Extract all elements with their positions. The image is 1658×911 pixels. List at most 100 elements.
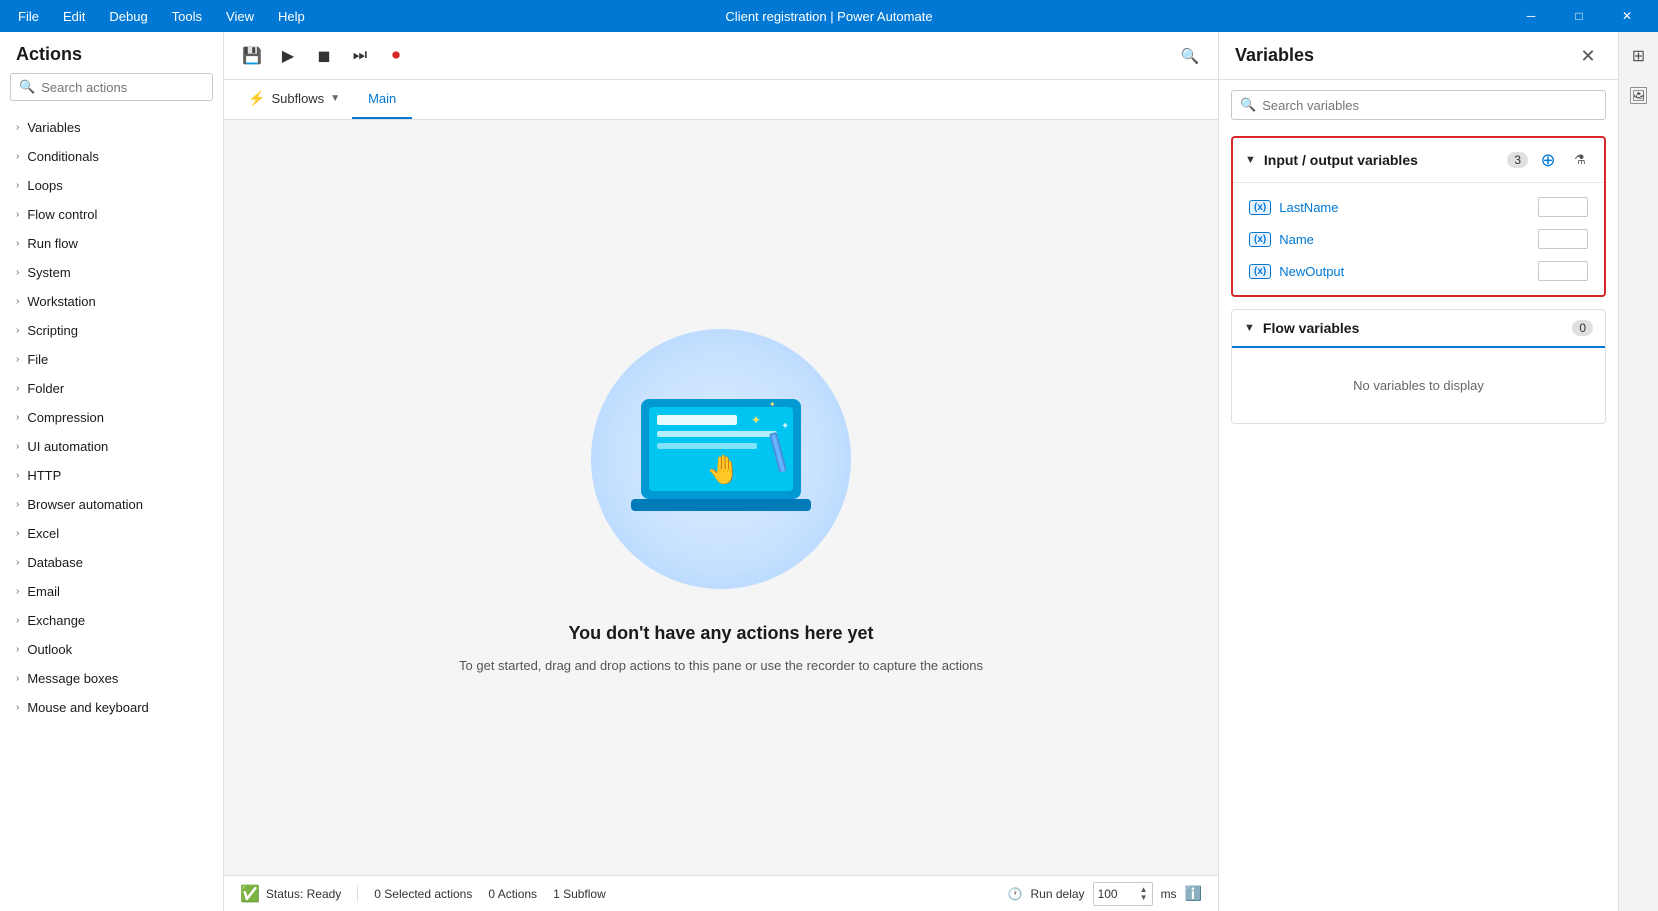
action-item[interactable]: ›Excel	[0, 519, 223, 548]
menu-item-help[interactable]: Help	[268, 5, 315, 28]
toolbar-search-icon: 🔍	[1181, 47, 1200, 65]
tab-main[interactable]: Main	[352, 80, 412, 119]
run-delay-box: 🕐 Run delay 100 ▲ ▼ ms ℹ️	[1008, 882, 1202, 906]
action-item[interactable]: ›Flow control	[0, 200, 223, 229]
action-item-label: Compression	[27, 410, 104, 425]
canvas: 🤚 ✦ ✦ ✦ You don't have any actions here …	[224, 120, 1218, 875]
run-delay-input[interactable]: 100 ▲ ▼	[1093, 882, 1153, 906]
action-item-label: Conditionals	[27, 149, 99, 164]
step-button[interactable]: ⏭	[344, 40, 376, 72]
stop-button[interactable]: ◼	[308, 40, 340, 72]
action-item[interactable]: ›Browser automation	[0, 490, 223, 519]
action-item-label: Mouse and keyboard	[27, 700, 148, 715]
variable-item[interactable]: (x) Name	[1245, 223, 1592, 255]
menu-item-edit[interactable]: Edit	[53, 5, 95, 28]
play-button[interactable]: ▶	[272, 40, 304, 72]
maximize-button[interactable]: □	[1556, 0, 1602, 32]
canvas-empty-subtitle: To get started, drag and drop actions to…	[459, 656, 983, 677]
variables-search-box[interactable]: 🔍	[1231, 90, 1606, 120]
app-title: Client registration | Power Automate	[725, 9, 932, 24]
variable-name: NewOutput	[1279, 264, 1530, 279]
delay-decrease-button[interactable]: ▼	[1140, 894, 1148, 902]
action-item[interactable]: ›File	[0, 345, 223, 374]
tab-subflows[interactable]: ⚡ Subflows ▼	[236, 80, 352, 119]
action-item[interactable]: ›Message boxes	[0, 664, 223, 693]
subflows-chevron-icon: ▼	[330, 93, 340, 104]
flow-section-header[interactable]: ▼ Flow variables 0	[1232, 310, 1605, 348]
info-icon[interactable]: ℹ️	[1185, 885, 1202, 902]
variable-value-box	[1538, 229, 1588, 249]
variable-item[interactable]: (x) LastName	[1245, 191, 1592, 223]
action-item[interactable]: ›HTTP	[0, 461, 223, 490]
action-item[interactable]: ›Loops	[0, 171, 223, 200]
action-item-label: Browser automation	[27, 497, 143, 512]
close-icon: ✕	[1580, 47, 1595, 65]
io-filter-button[interactable]: ⚗	[1568, 148, 1592, 172]
variables-search-input[interactable]	[1262, 98, 1597, 113]
action-item[interactable]: ›Outlook	[0, 635, 223, 664]
record-icon: ⏺	[392, 47, 400, 65]
menu-item-debug[interactable]: Debug	[99, 5, 157, 28]
variables-close-button[interactable]: ✕	[1574, 42, 1602, 70]
action-item[interactable]: ›Email	[0, 577, 223, 606]
menu-item-view[interactable]: View	[216, 5, 264, 28]
action-item[interactable]: ›Folder	[0, 374, 223, 403]
action-chevron-icon: ›	[16, 470, 19, 481]
action-chevron-icon: ›	[16, 586, 19, 597]
window-controls[interactable]: ─ □ ✕	[1508, 0, 1650, 32]
toolbar-search-button[interactable]: 🔍	[1174, 40, 1206, 72]
image-button[interactable]: 🖼	[1623, 80, 1655, 112]
action-item[interactable]: ›Compression	[0, 403, 223, 432]
stop-icon: ◼	[317, 46, 330, 66]
record-button[interactable]: ⏺	[380, 40, 412, 72]
layers-button[interactable]: ⊞	[1623, 40, 1655, 72]
search-input[interactable]	[41, 80, 204, 95]
action-item-label: Excel	[27, 526, 59, 541]
io-section-header[interactable]: ▼ Input / output variables 3 ⊕ ⚗	[1233, 138, 1604, 183]
variable-icon: (x)	[1249, 264, 1271, 279]
search-icon: 🔍	[19, 79, 35, 95]
delay-spinners[interactable]: ▲ ▼	[1140, 886, 1148, 902]
flow-section-body: No variables to display	[1232, 348, 1605, 423]
minimize-button[interactable]: ─	[1508, 0, 1554, 32]
variable-name: LastName	[1279, 200, 1530, 215]
action-item[interactable]: ›UI automation	[0, 432, 223, 461]
action-item-label: Variables	[27, 120, 80, 135]
action-chevron-icon: ›	[16, 267, 19, 278]
io-add-variable-button[interactable]: ⊕	[1536, 148, 1560, 172]
svg-text:✦: ✦	[751, 413, 761, 427]
action-item[interactable]: ›Exchange	[0, 606, 223, 635]
save-button[interactable]: 💾	[236, 40, 268, 72]
close-button[interactable]: ✕	[1604, 0, 1650, 32]
svg-text:✦: ✦	[769, 400, 776, 409]
action-item[interactable]: ›Run flow	[0, 229, 223, 258]
action-chevron-icon: ›	[16, 180, 19, 191]
action-item[interactable]: › Scripting	[0, 316, 223, 345]
actions-panel-title: Actions	[0, 32, 223, 73]
var-search-icon: 🔍	[1240, 97, 1256, 113]
status-dot-icon: ✅	[240, 884, 260, 904]
action-chevron-icon: ›	[16, 209, 19, 220]
action-item[interactable]: › Workstation	[0, 287, 223, 316]
action-item[interactable]: ›Database	[0, 548, 223, 577]
action-item[interactable]: ›Mouse and keyboard	[0, 693, 223, 722]
action-chevron-icon: ›	[16, 325, 19, 336]
illustration-circle: 🤚 ✦ ✦ ✦	[591, 329, 851, 589]
main-tab-label: Main	[368, 91, 396, 106]
action-item[interactable]: ›Variables	[0, 113, 223, 142]
selected-actions-count: 0 Selected actions	[374, 887, 472, 901]
menu-item-file[interactable]: File	[8, 5, 49, 28]
menu-item-tools[interactable]: Tools	[162, 5, 212, 28]
action-item[interactable]: ›System	[0, 258, 223, 287]
actions-search-box[interactable]: 🔍	[10, 73, 213, 101]
variable-item[interactable]: (x) NewOutput	[1245, 255, 1592, 287]
actions-list: ›Variables›Conditionals›Loops›Flow contr…	[0, 109, 223, 911]
action-chevron-icon: ›	[16, 296, 19, 307]
action-item-label: Scripting	[27, 323, 78, 338]
delay-unit: ms	[1161, 887, 1177, 901]
variable-name: Name	[1279, 232, 1530, 247]
titlebar-menu[interactable]: File Edit Debug Tools View Help	[8, 5, 315, 28]
action-chevron-icon: ›	[16, 615, 19, 626]
action-item-label: Workstation	[27, 294, 95, 309]
action-item[interactable]: ›Conditionals	[0, 142, 223, 171]
